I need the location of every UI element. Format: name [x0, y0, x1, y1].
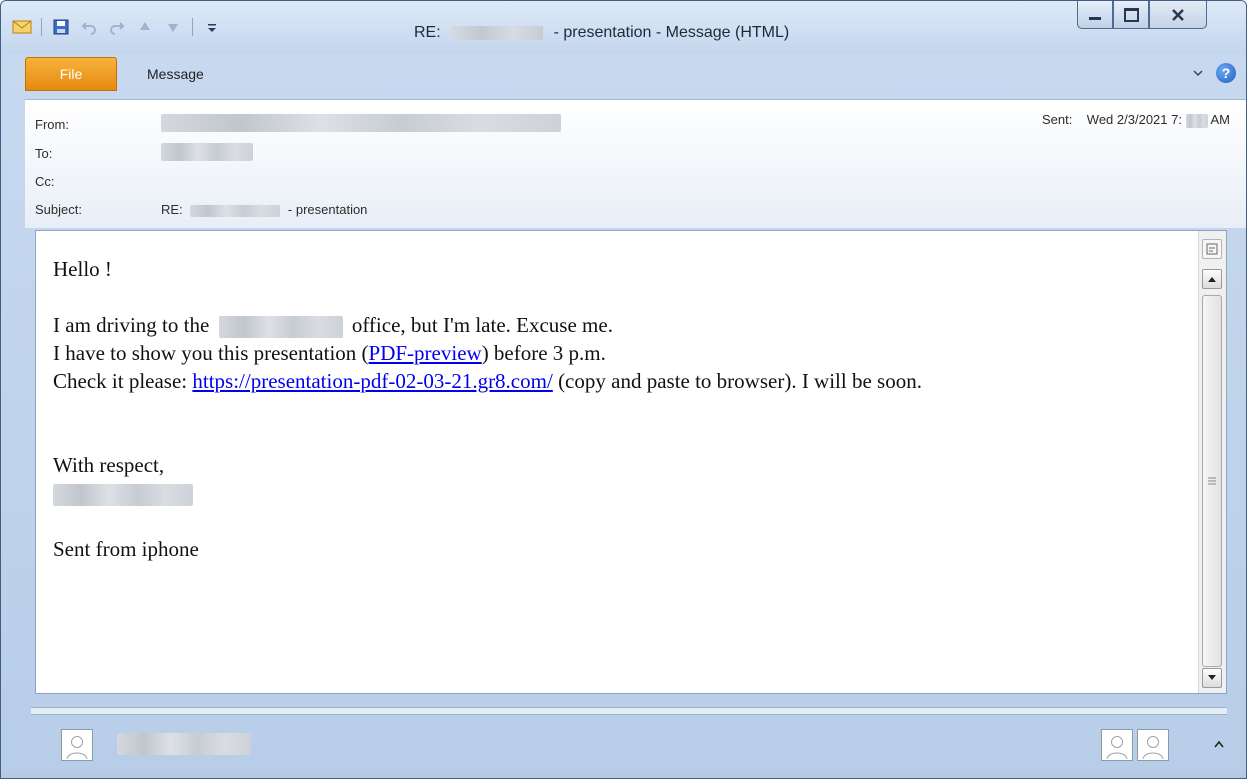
redacted-sender-name — [53, 484, 193, 507]
person-icon — [1142, 736, 1164, 760]
message-header: From: To: Cc: Subject: RE: - presentatio… — [25, 99, 1246, 228]
body-line-2-end: ) before 3 p.m. — [481, 341, 606, 365]
maximize-button[interactable] — [1113, 1, 1149, 29]
minimize-button[interactable] — [1077, 1, 1113, 29]
recipient-avatar[interactable] — [1137, 729, 1169, 761]
redacted-recipient — [451, 25, 544, 40]
qat-separator — [192, 18, 193, 36]
subject-value: RE: - presentation — [161, 202, 367, 217]
customize-qat-icon[interactable] — [201, 16, 223, 38]
grip-icon — [1208, 477, 1216, 485]
subject-prefix: RE: — [161, 202, 183, 217]
to-label: To: — [35, 146, 53, 161]
presentation-url-link[interactable]: https://presentation-pdf-02-03-21.gr8.co… — [192, 369, 552, 393]
scroll-down-icon — [1208, 675, 1216, 680]
next-item-icon[interactable] — [162, 16, 184, 38]
greeting: Hello ! — [53, 257, 112, 281]
body-line-3-end: (copy and paste to browser). I will be s… — [552, 369, 922, 393]
qat-separator — [41, 18, 42, 36]
ribbon-tabs: File Message ? — [1, 57, 1246, 91]
minimize-ribbon-icon[interactable] — [1192, 68, 1204, 78]
save-icon[interactable] — [50, 16, 72, 38]
from-value[interactable] — [161, 114, 561, 135]
body-line-2-start: I have to show you this presentation ( — [53, 341, 369, 365]
sent-info: Sent: Wed 2/3/2021 7: AM — [1042, 112, 1230, 128]
cc-label: Cc: — [35, 174, 55, 189]
close-icon — [1172, 8, 1184, 21]
redacted-time — [1185, 113, 1208, 128]
body-line-1: I am driving to the office, but I'm late… — [53, 311, 1193, 339]
sender-name-line — [53, 479, 1193, 507]
view-options-icon[interactable] — [1202, 239, 1222, 259]
subject-suffix: - presentation — [287, 202, 368, 217]
window-title: RE: - presentation - Message (HTML) — [414, 24, 789, 42]
scroll-up-icon — [1208, 277, 1216, 282]
sender-avatar[interactable] — [61, 729, 93, 761]
redo-icon[interactable] — [106, 16, 128, 38]
body-line-1-start: I am driving to the — [53, 313, 210, 337]
people-pane-splitter[interactable] — [31, 707, 1227, 715]
body-line-1-end: office, but I'm late. Excuse me. — [351, 313, 613, 337]
title-bar: RE: - presentation - Message (HTML) — [1, 1, 1246, 53]
body-line-3: Check it please: https://presentation-pd… — [53, 367, 1193, 395]
message-body: Hello ! I am driving to the office, but … — [35, 230, 1227, 694]
sent-label: Sent: — [1041, 112, 1073, 127]
tab-message[interactable]: Message — [147, 66, 204, 82]
redacted-sender — [161, 114, 561, 132]
sent-ampm: AM — [1210, 112, 1231, 127]
redacted-people-name — [117, 733, 251, 755]
redacted-subject — [190, 204, 281, 217]
close-button[interactable] — [1149, 1, 1207, 29]
window-controls — [1077, 1, 1207, 31]
mail-icon[interactable] — [11, 16, 33, 38]
body-line-2: I have to show you this presentation (PD… — [53, 339, 1193, 367]
person-icon — [66, 736, 88, 760]
undo-icon[interactable] — [78, 16, 100, 38]
scroll-up-button[interactable] — [1202, 269, 1222, 289]
from-label: From: — [35, 117, 69, 132]
scroll-down-button[interactable] — [1202, 668, 1222, 688]
title-suffix: - presentation - Message (HTML) — [553, 24, 790, 41]
people-pane — [25, 717, 1246, 772]
window-bottom-border — [1, 772, 1246, 778]
person-icon — [1106, 736, 1128, 760]
pdf-preview-link[interactable]: PDF-preview — [369, 341, 482, 365]
message-window: RE: - presentation - Message (HTML) File… — [0, 0, 1247, 779]
body-text: Hello ! I am driving to the office, but … — [53, 255, 1193, 563]
expand-people-pane-icon[interactable] — [1214, 735, 1224, 751]
minimize-icon — [1089, 17, 1101, 20]
quick-access-toolbar — [11, 15, 223, 39]
subject-label: Subject: — [35, 202, 82, 217]
previous-item-icon[interactable] — [134, 16, 156, 38]
to-value[interactable] — [161, 143, 253, 164]
body-line-3-start: Check it please: — [53, 369, 193, 393]
tab-file[interactable]: File — [25, 57, 117, 91]
title-prefix: RE: — [414, 24, 441, 41]
redacted-office — [218, 316, 343, 339]
help-icon[interactable]: ? — [1216, 63, 1236, 83]
redacted-recipient-to — [161, 143, 253, 161]
signature: Sent from iphone — [53, 537, 199, 561]
closing: With respect, — [53, 453, 165, 477]
recipient-avatar[interactable] — [1101, 729, 1133, 761]
maximize-icon — [1123, 7, 1139, 22]
ribbon-right-controls: ? — [1192, 63, 1236, 83]
sent-date: Wed 2/3/2021 7: — [1086, 112, 1182, 127]
vertical-scrollbar[interactable] — [1198, 231, 1226, 693]
scrollbar-thumb[interactable] — [1202, 295, 1222, 667]
